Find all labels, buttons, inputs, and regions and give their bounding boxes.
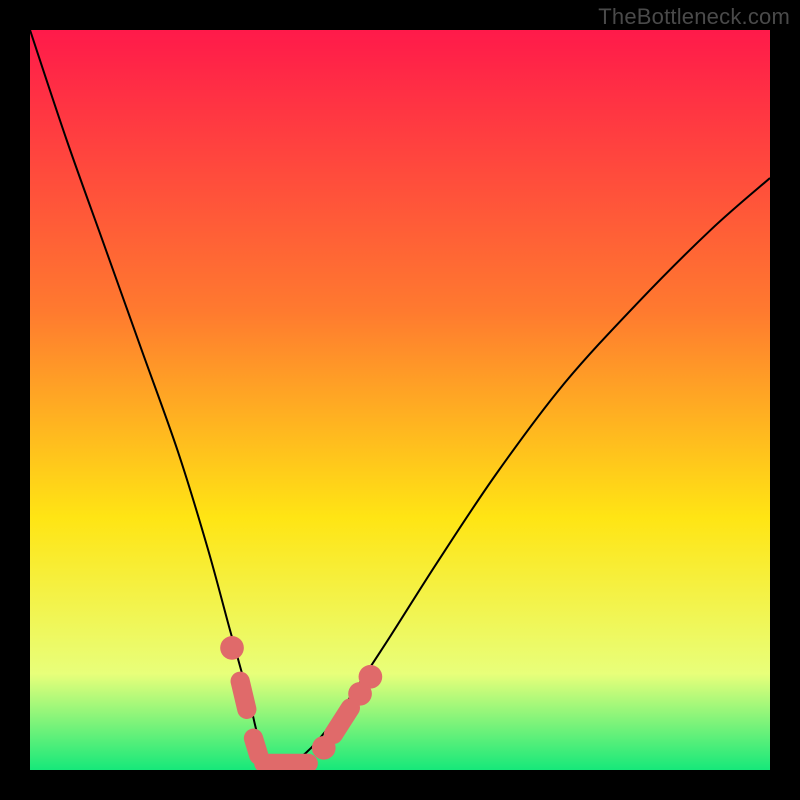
- marker-dot: [220, 636, 244, 660]
- watermark-text: TheBottleneck.com: [598, 4, 790, 30]
- heat-gradient-background: [30, 30, 770, 770]
- bottleneck-chart: [30, 30, 770, 770]
- marker-dot: [359, 665, 383, 689]
- chart-container: [30, 30, 770, 770]
- marker-capsule: [240, 681, 247, 709]
- outer-frame: TheBottleneck.com: [0, 0, 800, 800]
- marker-capsule: [253, 738, 258, 755]
